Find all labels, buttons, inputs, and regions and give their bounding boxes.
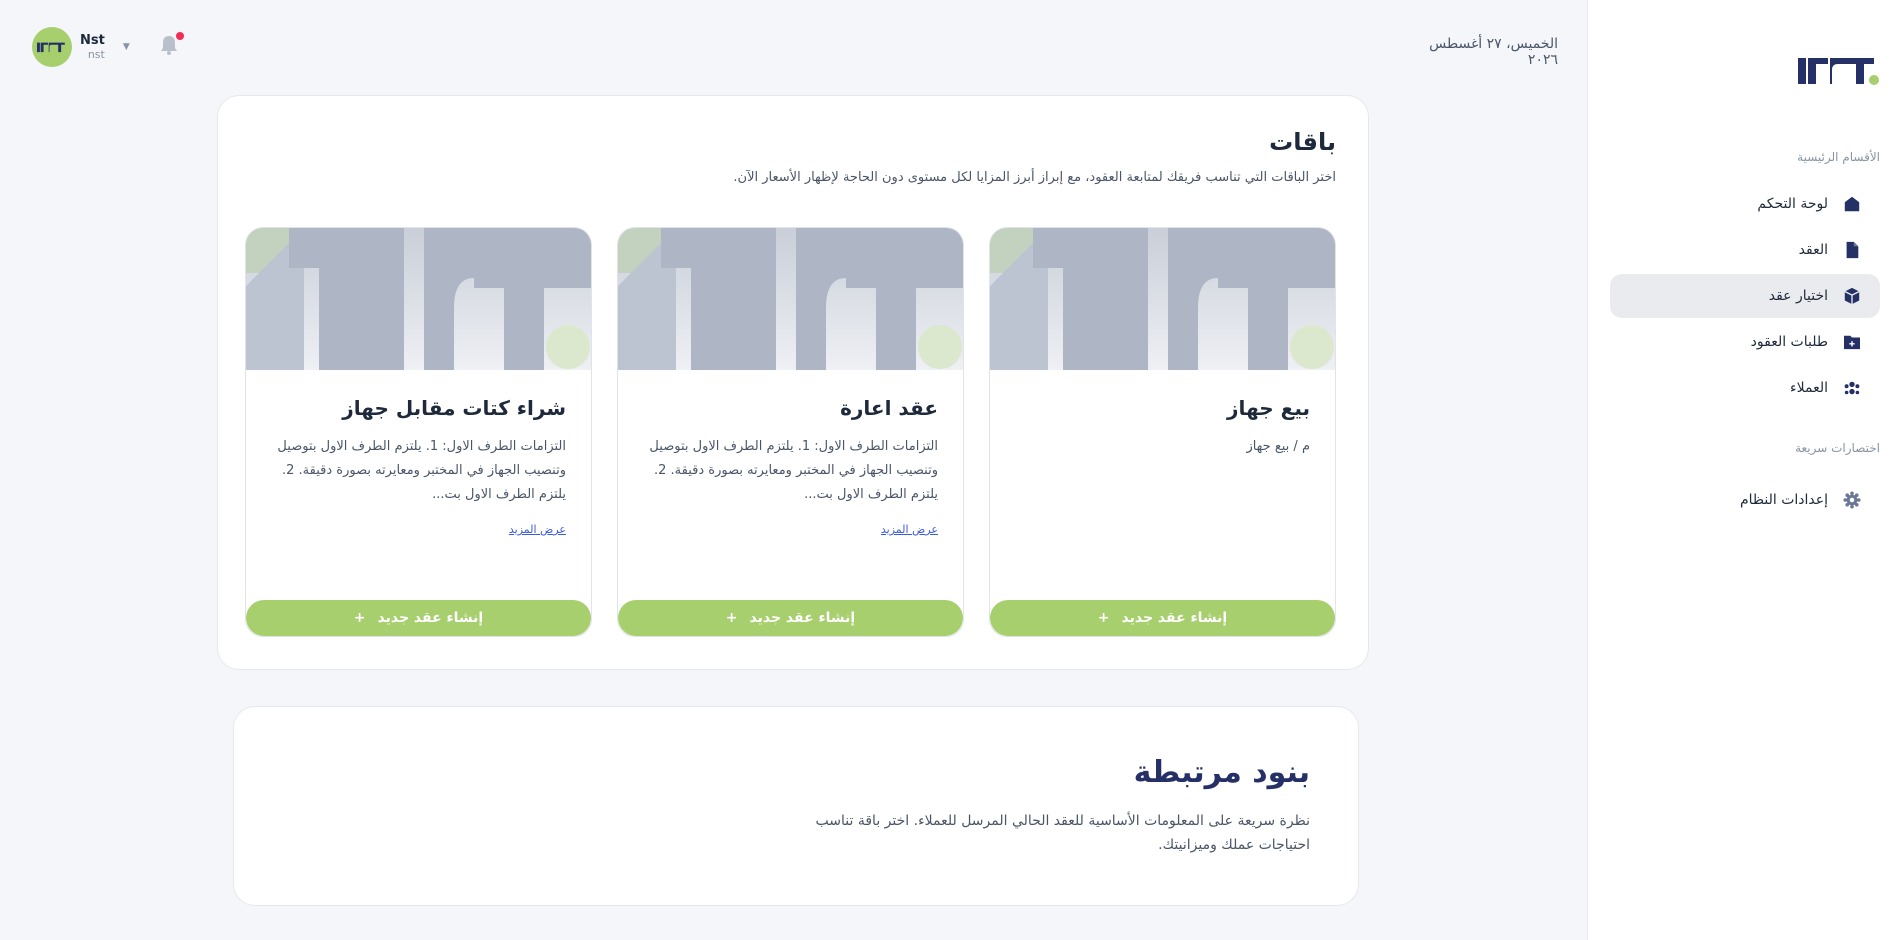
sidebar-item-label: طلبات العقود: [1750, 334, 1828, 350]
sidebar-item-label: العقد: [1798, 242, 1828, 258]
create-contract-button[interactable]: إنشاء عقد جديد +: [246, 600, 591, 636]
package-title: بيع جهاز: [1227, 396, 1310, 420]
sidebar-item-contract-requests[interactable]: طلبات العقود: [1610, 320, 1880, 364]
sidebar-item-choose-contract[interactable]: اختيار عقد: [1610, 274, 1880, 318]
create-contract-button[interactable]: إنشاء عقد جديد +: [618, 600, 963, 636]
plus-icon: +: [1097, 610, 1110, 626]
create-contract-label: إنشاء عقد جديد: [749, 610, 856, 626]
sidebar-item-contracts[interactable]: العقد: [1610, 228, 1880, 272]
package-banner-image: [618, 228, 963, 370]
create-contract-label: إنشاء عقد جديد: [377, 610, 484, 626]
chevron-down-icon[interactable]: ▼: [123, 42, 130, 52]
document-icon: [1842, 240, 1862, 260]
related-items-section: بنود مرتبطة نظرة سريعة على المعلومات الأ…: [233, 706, 1359, 906]
user-handle: nst: [87, 48, 105, 61]
user-menu[interactable]: Nst nst ▼: [32, 27, 130, 67]
packages-section: باقات اختر الباقات التي تناسب فريقك لمتا…: [217, 95, 1369, 670]
package-description: م / بيع جهاز: [1246, 439, 1310, 454]
packages-title: باقات: [1269, 128, 1336, 156]
package-description: التزامات الطرف الاول: 1. يلتزم الطرف الا…: [649, 439, 938, 502]
package-card: شراء كتات مقابل جهاز التزامات الطرف الاو…: [245, 227, 592, 637]
notifications-button[interactable]: [158, 32, 184, 56]
notification-badge: [176, 32, 184, 40]
show-more-link[interactable]: عرض المزيد: [881, 523, 938, 536]
package-card: عقد اعارة التزامات الطرف الاول: 1. يلتزم…: [617, 227, 964, 637]
package-title: شراء كتات مقابل جهاز: [342, 396, 566, 420]
show-more-link[interactable]: عرض المزيد: [509, 523, 566, 536]
home-icon: [1842, 194, 1862, 214]
cube-icon: [1842, 286, 1862, 306]
sidebar-item-system-settings[interactable]: إعدادات النظام: [1610, 478, 1880, 522]
package-title: عقد اعارة: [840, 396, 938, 420]
sidebar-item-label: اختيار عقد: [1768, 288, 1828, 304]
sidebar: الأقسام الرئيسية لوحة التحكم العقد اختيا…: [1587, 0, 1900, 940]
package-description: التزامات الطرف الاول: 1. يلتزم الطرف الا…: [277, 439, 566, 502]
shortcuts-section-title: اختصارات سريعة: [1795, 441, 1880, 455]
sidebar-item-label: لوحة التحكم: [1757, 196, 1828, 212]
current-date: الخميس، ٢٧ أغسطس ٢٠٢٦: [1429, 36, 1558, 68]
users-icon: [1842, 378, 1862, 398]
sidebar-item-dashboard[interactable]: لوحة التحكم: [1610, 182, 1880, 226]
create-contract-label: إنشاء عقد جديد: [1121, 610, 1228, 626]
brand-logo[interactable]: [1798, 50, 1880, 90]
create-contract-button[interactable]: إنشاء عقد جديد +: [990, 600, 1335, 636]
related-description: نظرة سريعة على المعلومات الأساسية للعقد …: [815, 813, 1310, 853]
package-banner-image: [246, 228, 591, 370]
sidebar-item-label: العملاء: [1790, 380, 1828, 396]
plus-icon: +: [725, 610, 738, 626]
gear-icon: [1842, 490, 1862, 510]
main-section-title: الأقسام الرئيسية: [1797, 150, 1880, 164]
package-banner-image: [990, 228, 1335, 370]
folder-plus-icon: [1842, 332, 1862, 352]
packages-subtitle: اختر الباقات التي تناسب فريقك لمتابعة ال…: [733, 170, 1336, 185]
avatar[interactable]: [32, 27, 72, 67]
sidebar-item-clients[interactable]: العملاء: [1610, 366, 1880, 410]
plus-icon: +: [353, 610, 366, 626]
sidebar-item-label: إعدادات النظام: [1739, 492, 1828, 508]
package-card: بيع جهاز م / بيع جهاز إنشاء عقد جديد +: [989, 227, 1336, 637]
user-name: Nst: [80, 33, 105, 48]
related-title: بنود مرتبطة: [1133, 755, 1310, 790]
